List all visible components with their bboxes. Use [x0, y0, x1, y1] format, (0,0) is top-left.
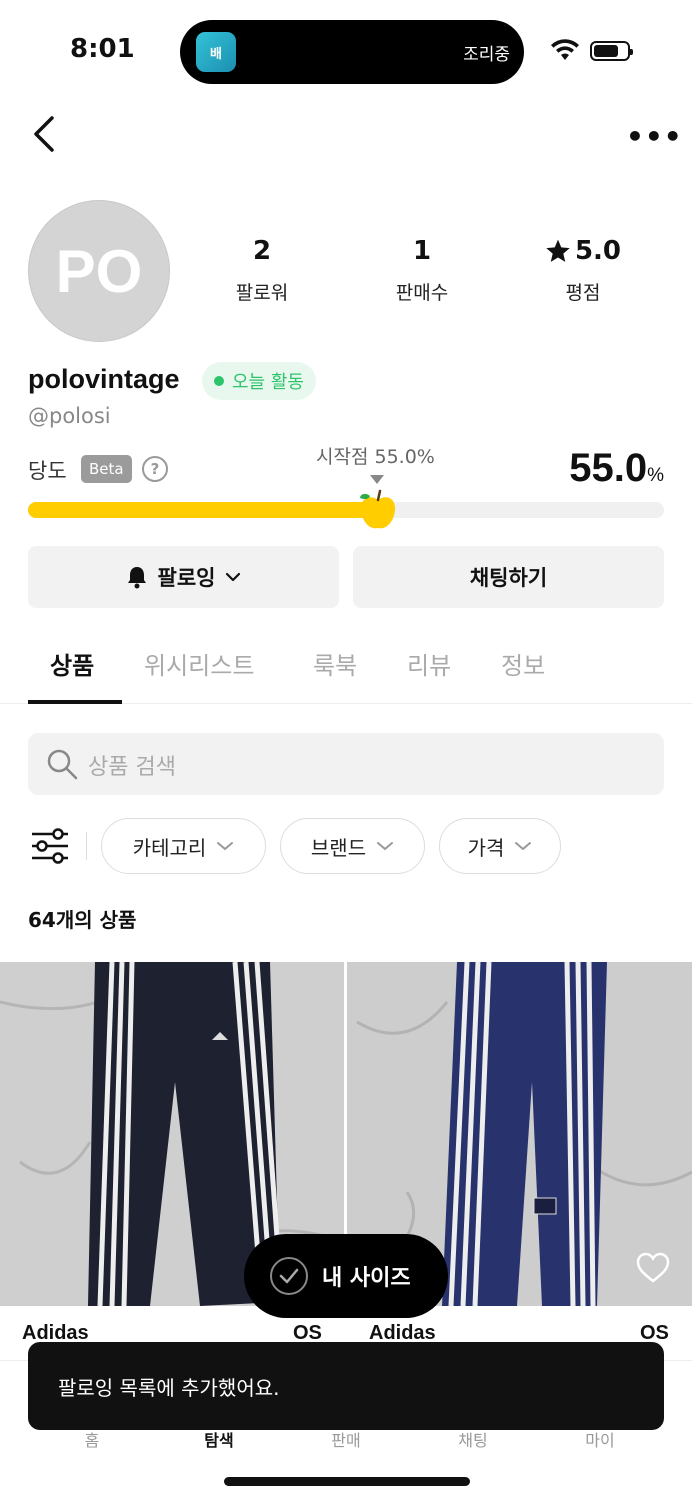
- check-circle-icon: [270, 1257, 308, 1295]
- rating-label: 평점: [565, 282, 601, 304]
- rating-value: 5.0: [574, 236, 622, 266]
- followers-stat[interactable]: 2 팔로워: [182, 236, 342, 305]
- battery-icon: [590, 41, 633, 61]
- back-arrow-icon[interactable]: [30, 114, 60, 154]
- price-filter-chip[interactable]: 가격: [439, 818, 561, 874]
- search-icon: [47, 749, 78, 780]
- sweetness-bar: [28, 489, 664, 529]
- tab-reviews[interactable]: 리뷰: [407, 646, 451, 681]
- follow-button[interactable]: 팔로잉: [28, 546, 339, 608]
- search-placeholder: 상품 검색: [88, 755, 176, 780]
- rating-stat[interactable]: 5.0 평점: [503, 236, 663, 305]
- sales-count: 1: [412, 236, 432, 266]
- delivery-app-icon: 배: [196, 32, 236, 72]
- sweetness-value: 55.0%: [569, 446, 664, 490]
- chevron-down-icon: [377, 842, 394, 850]
- profile-tabs: 상품 위시리스트 룩북 리뷰 정보: [0, 636, 692, 704]
- nav-chat[interactable]: 채팅: [423, 1427, 523, 1451]
- status-time: 8:01: [70, 34, 135, 64]
- sweetness-bar-fill: [28, 502, 378, 518]
- toast-message: 팔로잉 목록에 추가했어요.: [28, 1342, 664, 1430]
- product-search-input[interactable]: 상품 검색: [28, 733, 664, 795]
- sweetness-label: 당도: [28, 459, 67, 483]
- home-indicator: [224, 1477, 470, 1486]
- followers-label: 팔로워: [235, 282, 289, 304]
- my-size-button[interactable]: 내 사이즈: [244, 1234, 448, 1318]
- avatar[interactable]: PO: [28, 200, 170, 342]
- live-activity-text: 조리중: [463, 45, 510, 65]
- tab-lookbook[interactable]: 룩북: [313, 646, 357, 681]
- chevron-down-icon: [217, 842, 234, 850]
- category-filter-chip[interactable]: 카테고리: [101, 818, 266, 874]
- nav-home[interactable]: 홈: [42, 1427, 142, 1451]
- followers-count: 2: [252, 236, 272, 266]
- tab-info[interactable]: 정보: [501, 646, 545, 681]
- username: polovintage: [28, 364, 180, 394]
- sweetness-start-label: 시작점 55.0%: [316, 446, 435, 468]
- active-today-badge: 오늘 활동: [202, 362, 316, 400]
- sales-stat: 1 판매수: [342, 236, 502, 305]
- brand-filter-chip[interactable]: 브랜드: [280, 818, 425, 874]
- sales-label: 판매수: [395, 282, 449, 304]
- active-dot-icon: [214, 376, 224, 386]
- nav-explore[interactable]: 탐색: [169, 1427, 269, 1451]
- product-count: 64개의 상품: [28, 908, 137, 932]
- more-options-icon[interactable]: •••: [626, 120, 683, 153]
- wifi-icon: [551, 39, 579, 60]
- nav-my[interactable]: 마이: [550, 1427, 650, 1451]
- apple-icon: [359, 489, 395, 529]
- follow-button-label: 팔로잉: [157, 566, 216, 590]
- active-badge-label: 오늘 활동: [232, 372, 304, 393]
- filter-settings-icon[interactable]: [30, 828, 70, 864]
- dynamic-island[interactable]: 배 조리중: [180, 20, 524, 84]
- star-icon: [546, 239, 570, 262]
- help-icon[interactable]: ?: [142, 456, 168, 482]
- tab-wishlist[interactable]: 위시리스트: [144, 646, 254, 681]
- beta-badge: Beta: [81, 455, 132, 483]
- filter-divider: [86, 832, 87, 860]
- user-handle: @polosi: [28, 404, 111, 428]
- bell-icon: [127, 567, 146, 589]
- tab-products[interactable]: 상품: [50, 646, 94, 681]
- chat-button[interactable]: 채팅하기: [353, 546, 664, 608]
- status-bar: 8:01 배 조리중: [0, 0, 692, 100]
- start-marker-icon: [370, 475, 384, 484]
- chevron-down-icon: [226, 572, 241, 582]
- chat-button-label: 채팅하기: [469, 566, 548, 590]
- nav-sell[interactable]: 판매: [296, 1427, 396, 1451]
- heart-icon[interactable]: [636, 1252, 670, 1284]
- active-tab-indicator: [28, 700, 122, 704]
- chevron-down-icon: [515, 842, 532, 850]
- my-size-label: 내 사이즈: [322, 1266, 411, 1291]
